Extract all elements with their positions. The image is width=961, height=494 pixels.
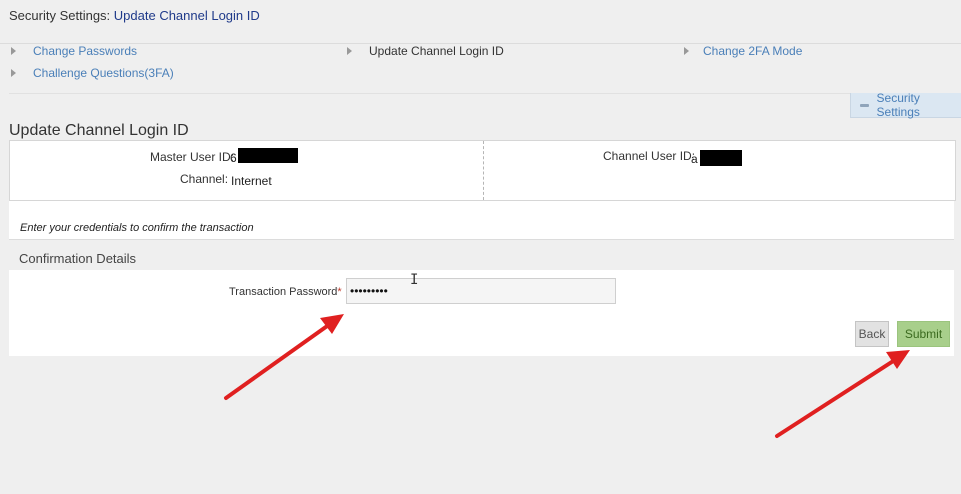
annotation-arrows (224, 314, 910, 438)
arrow-to-submit (775, 350, 910, 438)
arrow-to-password (224, 314, 344, 400)
